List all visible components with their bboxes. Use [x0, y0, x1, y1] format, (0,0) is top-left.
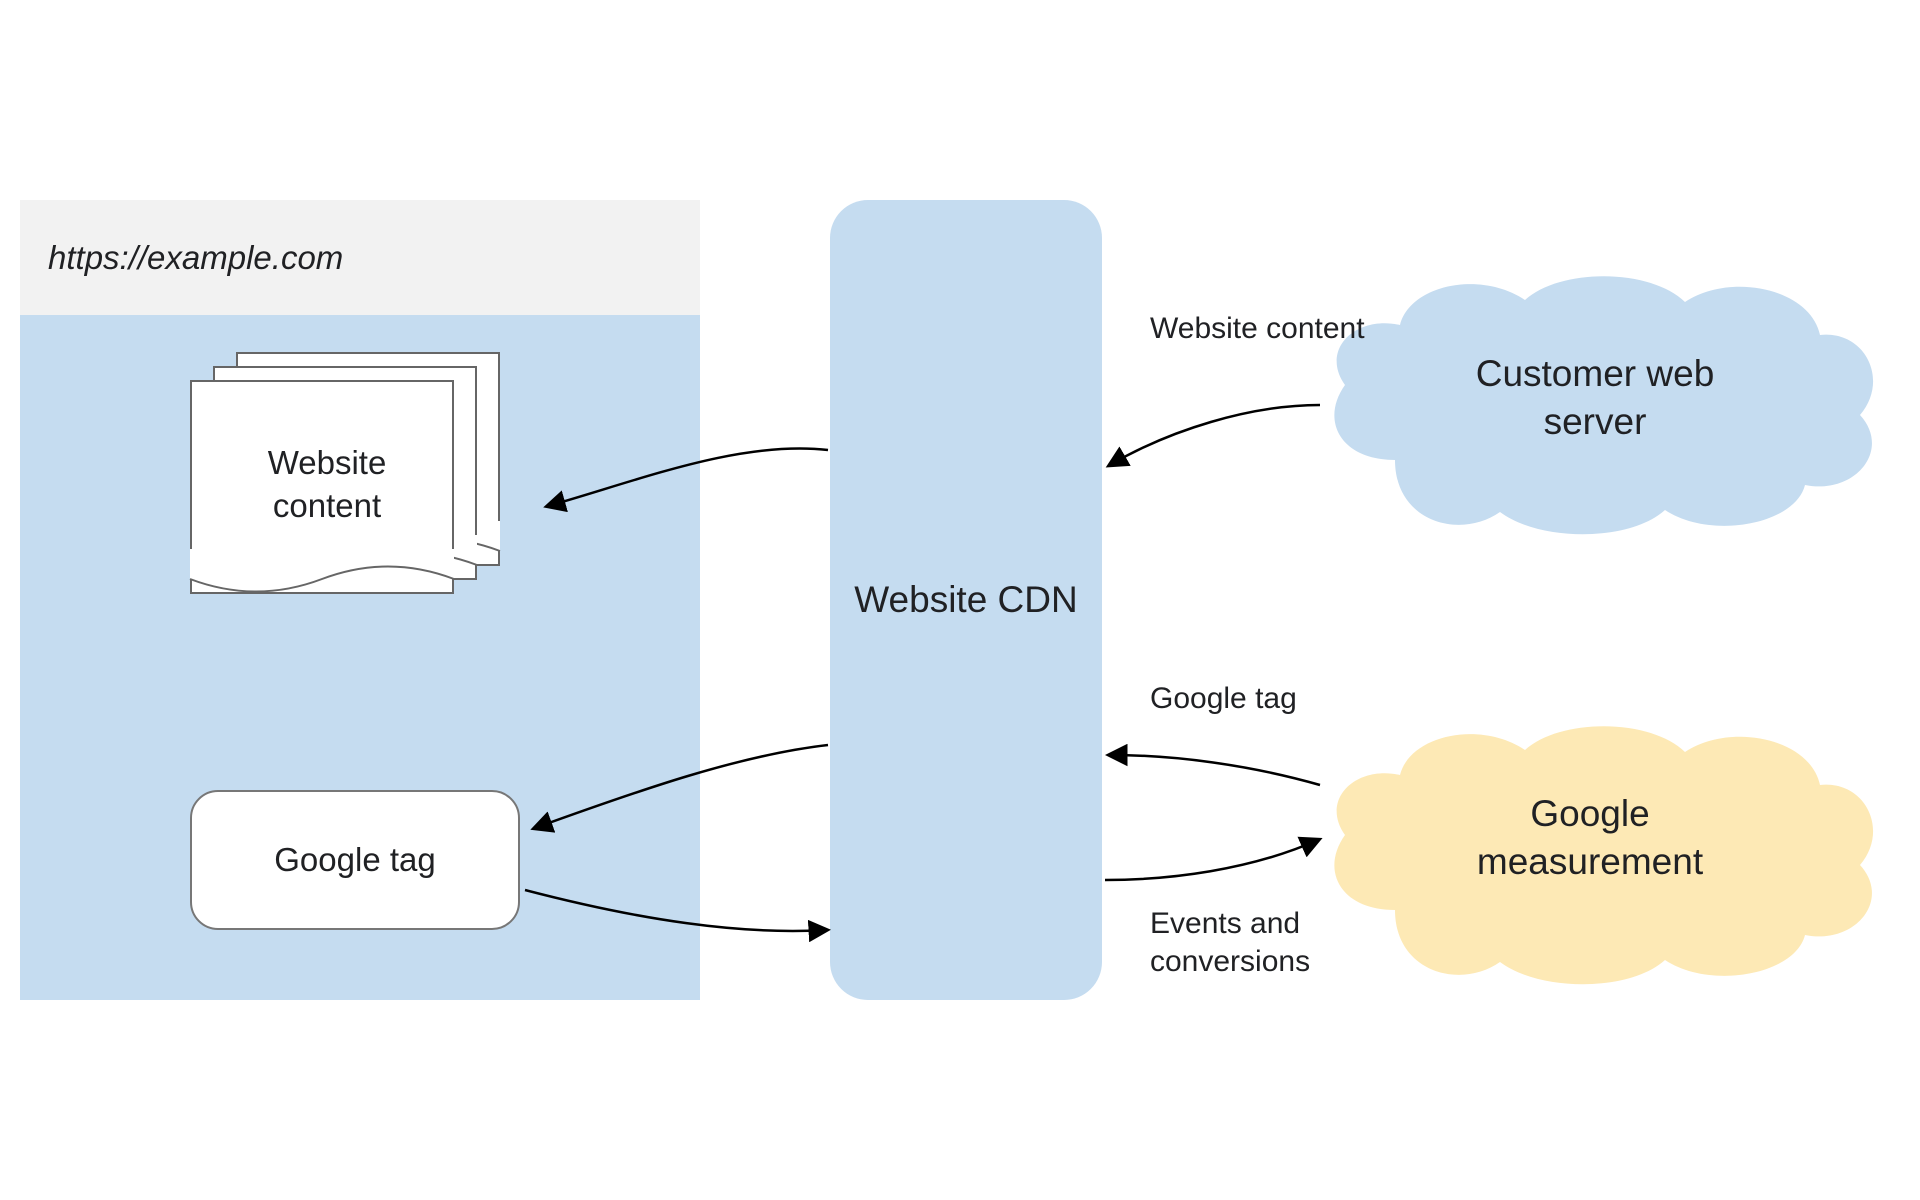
- website-cdn-label: Website CDN: [854, 576, 1077, 624]
- edge-label-website-content: Website content: [1150, 310, 1400, 348]
- browser-url: https://example.com: [48, 239, 343, 277]
- edge-label-events: Events and conversions: [1150, 905, 1400, 980]
- edge-label-google-tag: Google tag: [1150, 680, 1400, 718]
- arrow-google-to-cdn-tag: [1110, 755, 1320, 785]
- website-content-pages: Website content: [190, 380, 510, 660]
- google-tag-label: Google tag: [274, 841, 435, 879]
- website-content-label: Website content: [227, 442, 427, 528]
- arrow-cloud-to-cdn-content: [1110, 405, 1320, 465]
- google-tag-box: Google tag: [190, 790, 520, 930]
- google-measurement-label: Google measurement: [1430, 790, 1750, 886]
- browser-url-bar: https://example.com: [20, 200, 700, 315]
- page-front: Website content: [190, 380, 454, 594]
- arrow-cdn-to-google-events: [1105, 840, 1318, 880]
- diagram-canvas: https://example.com Website content Goo: [0, 0, 1920, 1200]
- website-cdn-box: Website CDN: [830, 200, 1102, 1000]
- customer-web-server-label: Customer web server: [1435, 350, 1755, 446]
